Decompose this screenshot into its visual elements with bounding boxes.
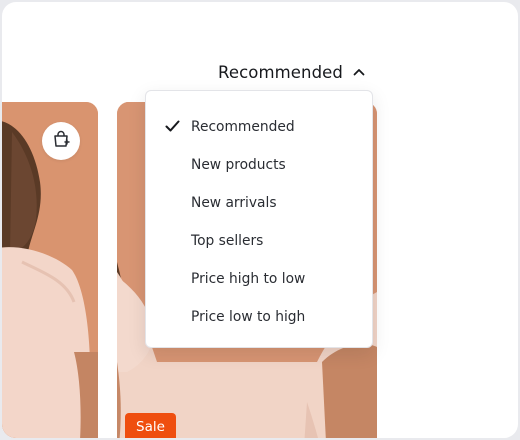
page-frame: Recommended Sale Recommended New product… <box>2 2 518 438</box>
shopping-bag-add-icon <box>51 129 71 153</box>
sort-option-new-arrivals[interactable]: New arrivals <box>146 184 372 222</box>
sort-option-new-products[interactable]: New products <box>146 146 372 184</box>
sort-option-recommended[interactable]: Recommended <box>146 108 372 146</box>
sort-option-label: Recommended <box>191 119 295 135</box>
sort-current-label: Recommended <box>218 62 343 82</box>
sort-dropdown-menu: Recommended New products New arrivals To… <box>145 90 373 348</box>
sort-dropdown-trigger[interactable]: Recommended <box>218 60 365 84</box>
sort-option-label: Top sellers <box>191 233 264 249</box>
sort-option-label: Price low to high <box>191 309 306 325</box>
sort-option-label: Price high to low <box>191 271 306 287</box>
checkmark-icon <box>165 120 180 136</box>
add-to-bag-button[interactable] <box>42 122 80 160</box>
sort-option-label: New products <box>191 157 286 173</box>
sort-option-price-low-to-high[interactable]: Price low to high <box>146 298 372 336</box>
sale-badge: Sale <box>125 413 176 438</box>
sort-option-price-high-to-low[interactable]: Price high to low <box>146 260 372 298</box>
sort-option-top-sellers[interactable]: Top sellers <box>146 222 372 260</box>
sort-option-label: New arrivals <box>191 195 277 211</box>
chevron-up-icon <box>353 68 365 76</box>
